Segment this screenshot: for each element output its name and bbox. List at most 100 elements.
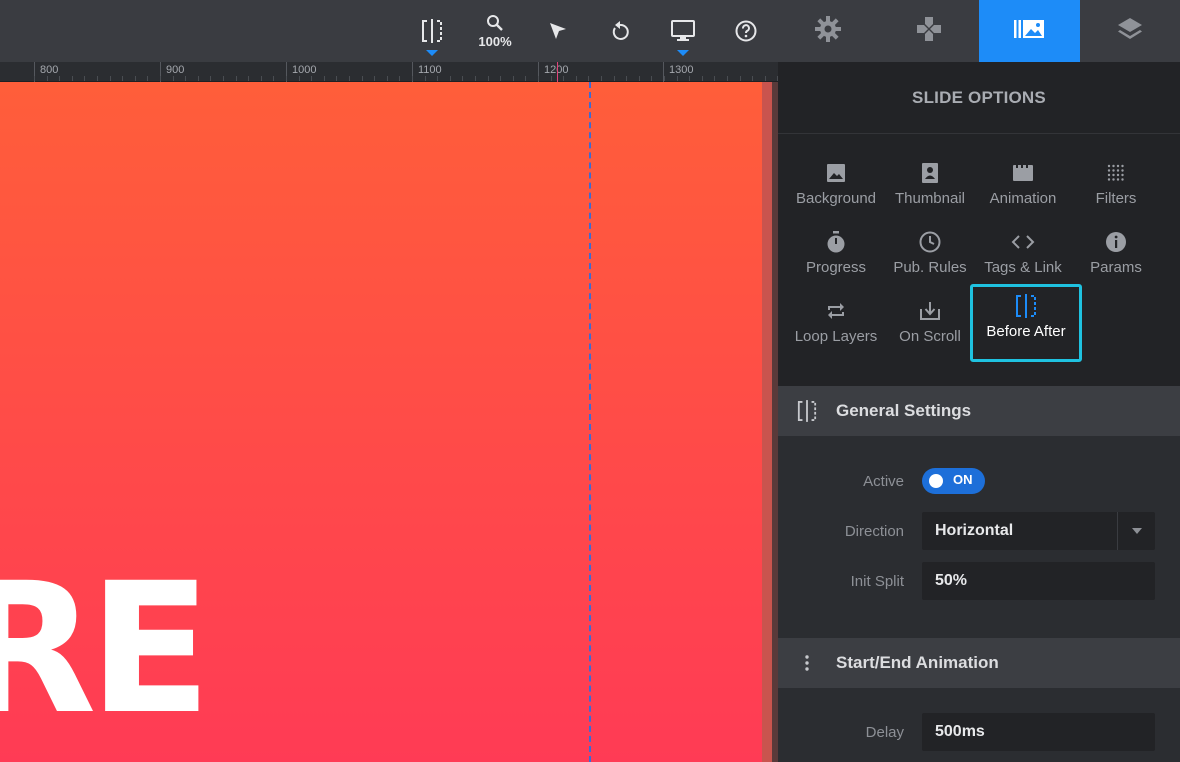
- tab-slider-settings[interactable]: [778, 0, 879, 62]
- zoom-button[interactable]: 100%: [470, 0, 520, 62]
- device-desktop-button[interactable]: [664, 0, 702, 62]
- option-filters[interactable]: Filters: [1069, 154, 1163, 216]
- tab-navigation[interactable]: [879, 0, 980, 62]
- select-tool-button[interactable]: [540, 0, 576, 62]
- ruler-minor-tick: [399, 76, 401, 81]
- option-before-after[interactable]: Before After: [970, 284, 1082, 362]
- ruler-minor-tick: [286, 76, 287, 81]
- ruler-minor-tick: [336, 76, 338, 81]
- option-pub-rules[interactable]: Pub. Rules: [883, 223, 977, 285]
- canvas-scrollbar[interactable]: [762, 82, 772, 762]
- ruler-minor-tick: [739, 76, 741, 81]
- direction-select[interactable]: Horizontal: [922, 512, 1155, 550]
- direction-row: Direction Horizontal: [778, 512, 1180, 550]
- desktop-icon: [671, 20, 695, 42]
- option-loop-layers[interactable]: Loop Layers: [789, 292, 883, 354]
- ruler-minor-tick: [97, 76, 98, 81]
- delay-input[interactable]: 500ms: [922, 713, 1155, 751]
- slide-options-panel: SLIDE OPTIONS Background Thumbnail Anima…: [778, 62, 1180, 762]
- film-icon: [1012, 160, 1034, 186]
- ruler-minor-tick: [651, 76, 653, 81]
- section-title: Start/End Animation: [836, 653, 999, 672]
- undo-button[interactable]: [602, 0, 638, 62]
- option-background[interactable]: Background: [789, 154, 883, 216]
- active-row: Active ON: [778, 462, 1180, 500]
- init-split-label: Init Split: [850, 573, 904, 590]
- option-params[interactable]: Params: [1069, 223, 1163, 285]
- help-icon: [735, 20, 757, 42]
- chevron-down-icon[interactable]: [1117, 512, 1155, 550]
- ruler-minor-tick: [563, 76, 565, 81]
- code-icon: [1011, 229, 1035, 255]
- info-icon: [1105, 229, 1127, 255]
- gear-icon: [814, 15, 842, 48]
- ruler-minor-tick: [701, 76, 703, 81]
- ruler-minor-tick: [323, 76, 325, 81]
- direction-value: Horizontal: [935, 522, 1014, 539]
- ruler-minor-tick: [714, 76, 716, 81]
- before-after-icon: [421, 19, 443, 43]
- ruler-minor-tick: [752, 76, 754, 81]
- ruler-minor-tick: [500, 76, 502, 81]
- layers-icon: [1116, 15, 1144, 48]
- ruler-minor-tick: [34, 76, 35, 81]
- before-after-toggle-button[interactable]: [414, 0, 450, 62]
- option-animation[interactable]: Animation: [976, 154, 1070, 216]
- ruler-minor-tick: [273, 76, 275, 81]
- delay-label: Delay: [865, 724, 904, 741]
- editor-canvas[interactable]: RE: [0, 82, 778, 762]
- zoom-level: 100%: [478, 33, 512, 49]
- ruler-minor-tick: [311, 76, 313, 81]
- ruler-minor-tick: [475, 76, 476, 81]
- ruler-minor-tick: [613, 76, 615, 81]
- option-on-scroll[interactable]: On Scroll: [883, 292, 977, 354]
- init-split-value: 50%: [935, 572, 968, 589]
- help-button[interactable]: [728, 0, 764, 62]
- clock-icon: [919, 229, 941, 255]
- ruler-minor-tick: [727, 76, 728, 81]
- ruler-minor-tick: [235, 76, 237, 81]
- zoom-icon: [486, 14, 504, 32]
- ruler-minor-tick: [172, 76, 174, 81]
- option-progress[interactable]: Progress: [789, 223, 883, 285]
- slide-headline[interactable]: RE: [0, 560, 212, 740]
- active-indicator: [677, 50, 689, 56]
- ruler-minor-tick: [689, 76, 691, 81]
- ruler-minor-tick: [349, 76, 350, 81]
- loop-icon: [826, 298, 846, 324]
- init-split-input[interactable]: 50%: [922, 562, 1155, 600]
- ruler-minor-tick: [374, 76, 376, 81]
- ruler-minor-tick: [210, 76, 212, 81]
- tab-layers[interactable]: [1080, 0, 1180, 62]
- before-after-split-guide[interactable]: [589, 82, 591, 762]
- dots-grid-icon: [1107, 160, 1125, 186]
- active-label: Active: [863, 473, 904, 490]
- portrait-icon: [921, 160, 939, 186]
- ruler-minor-tick: [84, 76, 86, 81]
- option-tags-link[interactable]: Tags & Link: [976, 223, 1070, 285]
- before-after-icon: [1015, 293, 1037, 319]
- slide-preview[interactable]: RE: [0, 82, 762, 762]
- ruler-minor-tick: [512, 76, 514, 81]
- toggle-state: ON: [953, 472, 973, 487]
- ruler-minor-tick: [185, 76, 187, 81]
- ruler-minor-tick: [437, 76, 439, 81]
- ruler-minor-tick: [487, 76, 489, 81]
- slide-options-grid: Background Thumbnail Animation Filters P…: [778, 134, 1180, 386]
- active-toggle[interactable]: ON: [922, 468, 985, 494]
- start-end-animation-header[interactable]: Start/End Animation: [778, 638, 1180, 688]
- ruler-minor-tick: [601, 76, 602, 81]
- ruler-minor-tick: [361, 76, 363, 81]
- ruler-minor-tick: [462, 76, 464, 81]
- before-after-icon: [778, 400, 836, 422]
- ruler-minor-tick: [764, 76, 766, 81]
- option-thumbnail[interactable]: Thumbnail: [883, 154, 977, 216]
- general-settings-header[interactable]: General Settings: [778, 386, 1180, 436]
- ruler-minor-tick: [134, 76, 136, 81]
- delay-row: Delay 500ms: [778, 713, 1180, 751]
- panel-tabs: [778, 0, 1180, 62]
- tab-slide-options[interactable]: [979, 0, 1080, 62]
- ruler-minor-tick: [260, 76, 262, 81]
- kebab-menu-icon[interactable]: [778, 655, 836, 671]
- start-end-animation-body: Delay 500ms: [778, 688, 1180, 762]
